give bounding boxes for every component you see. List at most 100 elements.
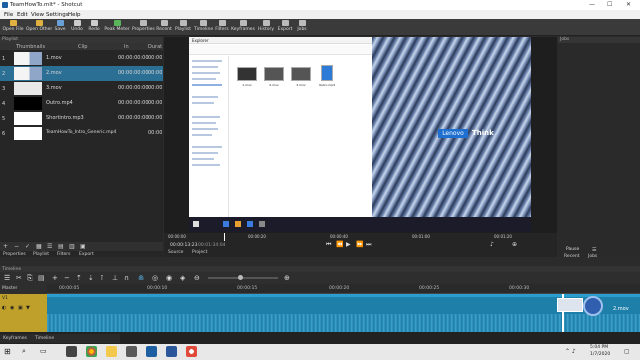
playlist-row[interactable]: 5 Shortintro.mp3 00:00:00:00 00:00:1 — [0, 111, 163, 126]
system-tray-icon[interactable]: ⌃ ♪ — [565, 348, 576, 355]
clock-date[interactable]: 1/7/2020 — [590, 352, 610, 357]
tab-keyframes[interactable]: Keyframes — [3, 336, 27, 341]
terminal-icon[interactable] — [66, 346, 77, 357]
word-icon[interactable] — [166, 346, 177, 357]
lift-icon[interactable]: ⇡ — [76, 274, 82, 282]
jobs-button[interactable]: Jobs — [296, 19, 308, 36]
zoom-out-icon[interactable]: ⊖ — [194, 274, 200, 282]
timeline-menu-icon[interactable]: ☰ — [4, 274, 10, 282]
overwrite-icon[interactable]: ⇣ — [88, 274, 94, 282]
menu-view[interactable]: View — [31, 12, 44, 18]
skip-end-icon[interactable]: ⏭ — [366, 241, 371, 249]
magnet-icon[interactable]: ⋒ — [138, 274, 144, 282]
timeline-clip[interactable]: 2.mov — [47, 294, 640, 332]
ripple-icon[interactable]: ◉ — [166, 274, 172, 282]
add-icon[interactable]: + — [3, 243, 10, 250]
col-in[interactable]: In — [124, 44, 129, 50]
grid-view-icon[interactable]: ▦ — [36, 243, 43, 250]
col-duration[interactable]: Durat — [148, 44, 162, 50]
chrome-icon[interactable] — [86, 346, 97, 357]
export-button[interactable]: Export — [277, 19, 293, 36]
playlist-row[interactable]: 3 3.mov 00:00:00:00 00:00:1 — [0, 81, 163, 96]
tiles-view-icon[interactable]: ▥ — [69, 243, 76, 250]
windows-start-icon[interactable]: ⊞ — [4, 347, 11, 356]
icon-view-icon[interactable]: ▤ — [58, 243, 65, 250]
playlist-row-selected[interactable]: 2 2.mov 00:00:00:00 00:00:13 — [0, 66, 163, 81]
playlist-row[interactable]: 1 1.mov 00:00:00:00 00:00:13 — [0, 51, 163, 66]
video-preview[interactable]: Explorer 1.mov 2.mov 3.mov Outro.mp4 Len… — [189, 37, 531, 232]
search-icon[interactable]: ⌕ — [22, 347, 26, 356]
maximize-button[interactable]: ☐ — [607, 1, 612, 8]
playlist-row[interactable]: 6 TeamHowTo_Intro_Generic.mp4 00:00:1 — [0, 126, 163, 141]
split-icon[interactable]: ⊺ — [100, 274, 104, 282]
save-button[interactable]: Save — [54, 19, 66, 36]
peak-meter-button[interactable]: Peak Meter — [104, 19, 130, 36]
recent-button[interactable]: Recent — [156, 19, 172, 36]
track-header-v1[interactable]: V1 ◐ ◉ ▣ ▼ — [0, 294, 47, 332]
shotcut-taskbar-icon[interactable] — [146, 346, 157, 357]
hide-icon[interactable]: ◉ — [10, 305, 14, 311]
file-thumbnail[interactable] — [291, 67, 311, 81]
properties-button[interactable]: Properties — [132, 19, 155, 36]
tab-export[interactable]: Export — [79, 252, 94, 257]
lock-icon[interactable]: ▣ — [18, 305, 23, 311]
remove-icon[interactable]: − — [64, 274, 70, 282]
file-explorer-icon[interactable] — [106, 346, 117, 357]
timeline-ruler[interactable]: 00:00:05 00:00:10 00:00:15 00:00:20 00:0… — [47, 284, 640, 294]
open-other-button[interactable]: Open Other — [26, 19, 52, 36]
split-at-playhead-icon[interactable]: ⊥ — [112, 274, 118, 282]
composite-icon[interactable]: ▼ — [26, 305, 30, 311]
cut-icon[interactable]: ✂ — [16, 274, 22, 282]
tab-properties[interactable]: Properties — [3, 252, 26, 257]
redo-button[interactable]: Redo — [88, 19, 100, 36]
volume-icon[interactable]: ♪ — [490, 241, 494, 248]
playlist-button[interactable]: Playlist — [175, 19, 191, 36]
undo-button[interactable]: Undo — [71, 19, 83, 36]
timeline-button[interactable]: Timeline — [194, 19, 213, 36]
tab-jobs[interactable]: Jobs — [588, 254, 597, 259]
zoom-icon[interactable]: ⊕ — [512, 241, 517, 248]
playlist-row[interactable]: 4 Outro.mp4 00:00:00:00 00:00:1 — [0, 96, 163, 111]
tab-timeline[interactable]: Timeline — [35, 336, 54, 341]
tab-filters[interactable]: Filters — [57, 252, 71, 257]
zoom-in-icon[interactable]: ⊕ — [284, 274, 290, 282]
tab-playlist[interactable]: Playlist — [33, 252, 49, 257]
ripple-all-icon[interactable]: ◈ — [180, 274, 185, 282]
media-file-icon[interactable] — [321, 65, 333, 81]
copy-icon[interactable]: ⎘ — [27, 274, 33, 283]
menu-edit[interactable]: Edit — [17, 12, 28, 18]
media-app-icon[interactable] — [186, 346, 197, 357]
append-icon[interactable]: + — [52, 274, 58, 282]
open-file-button[interactable]: Open File — [2, 19, 24, 36]
play-icon[interactable]: ▶ — [346, 241, 351, 248]
keyframes-button[interactable]: Keyframes — [231, 19, 255, 36]
current-time[interactable]: 00:00:13:23 — [170, 243, 197, 248]
clock-time[interactable]: 5:04 PM — [590, 345, 608, 350]
rewind-icon[interactable]: ⏪ — [336, 241, 343, 248]
col-clip[interactable]: Clip — [78, 44, 87, 50]
tab-project[interactable]: Project — [192, 250, 207, 255]
file-thumbnail[interactable] — [237, 67, 257, 81]
list-view-icon[interactable]: ▣ — [80, 243, 87, 250]
mute-icon[interactable]: ◐ — [2, 305, 6, 311]
tab-recent[interactable]: Recent — [564, 254, 580, 259]
close-button[interactable]: ✕ — [626, 1, 631, 8]
menu-file[interactable]: File — [4, 12, 13, 18]
task-view-icon[interactable]: ▭ — [40, 347, 47, 355]
viewer-ruler[interactable]: 00:00:00 00:00:20 00:00:40 00:01:00 00:0… — [168, 233, 553, 241]
skip-start-icon[interactable]: ⏮ — [326, 241, 331, 249]
notification-icon[interactable]: ▢ — [624, 348, 630, 355]
menu-settings[interactable]: Settings — [46, 12, 69, 18]
filters-button[interactable]: Filters — [215, 19, 229, 36]
pause-jobs-button[interactable]: Pause — [566, 247, 579, 252]
scrub-icon[interactable]: ◎ — [152, 274, 158, 282]
minimize-button[interactable]: — — [589, 1, 595, 8]
col-thumbnails[interactable]: Thumbnails — [16, 44, 45, 50]
snap-icon[interactable]: ∩ — [124, 274, 129, 282]
app-icon[interactable] — [126, 346, 137, 357]
history-button[interactable]: History — [258, 19, 274, 36]
paste-icon[interactable]: ▤ — [38, 274, 45, 282]
menu-help[interactable]: Help — [68, 12, 81, 18]
zoom-slider-handle[interactable] — [238, 275, 243, 280]
zoom-slider[interactable] — [208, 275, 278, 280]
